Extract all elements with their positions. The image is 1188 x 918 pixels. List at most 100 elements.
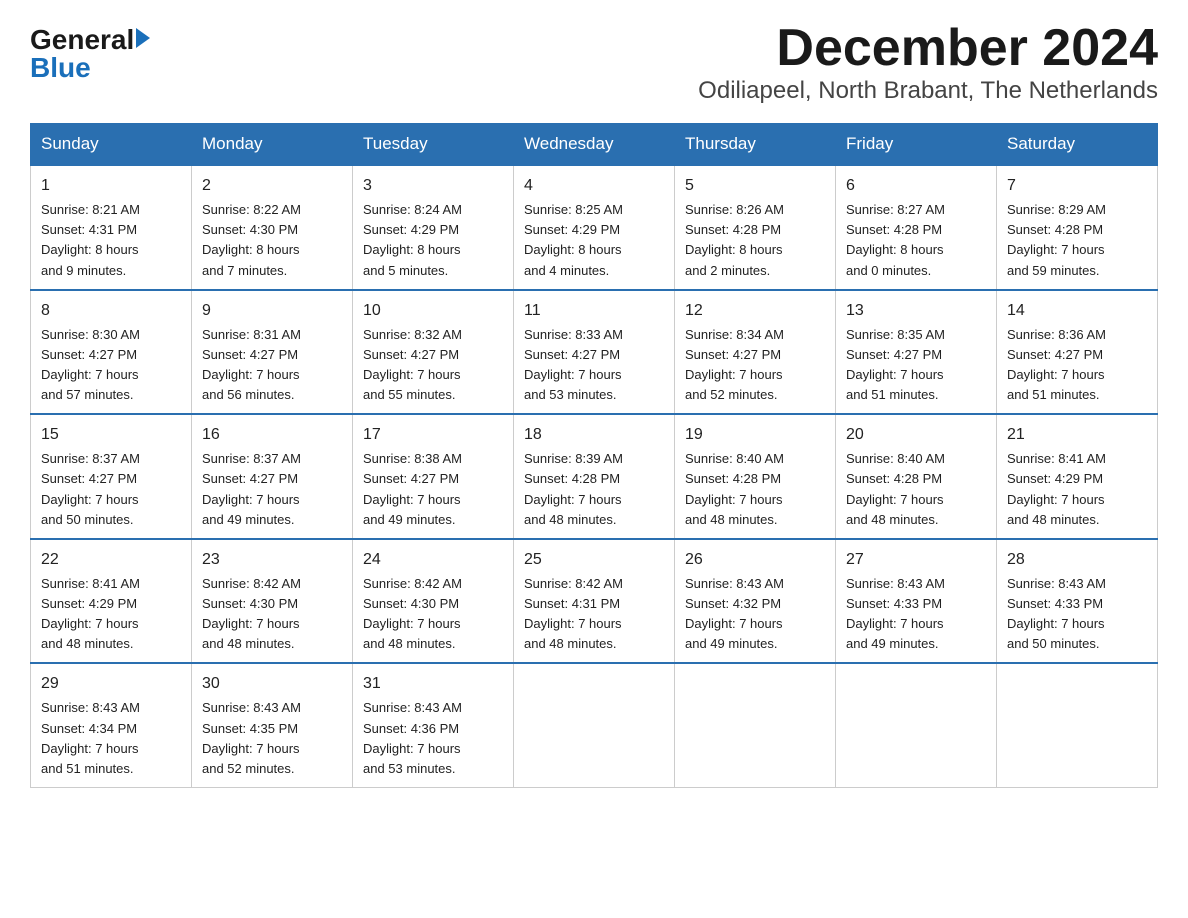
day-info: Sunrise: 8:34 AM Sunset: 4:27 PM Dayligh… [685, 325, 825, 406]
calendar-cell: 1Sunrise: 8:21 AM Sunset: 4:31 PM Daylig… [31, 165, 192, 290]
calendar-cell: 8Sunrise: 8:30 AM Sunset: 4:27 PM Daylig… [31, 290, 192, 415]
day-number: 29 [41, 672, 181, 696]
day-info: Sunrise: 8:40 AM Sunset: 4:28 PM Dayligh… [846, 449, 986, 530]
day-number: 14 [1007, 299, 1147, 323]
calendar-week-5: 29Sunrise: 8:43 AM Sunset: 4:34 PM Dayli… [31, 663, 1158, 787]
day-number: 3 [363, 174, 503, 198]
calendar-cell: 19Sunrise: 8:40 AM Sunset: 4:28 PM Dayli… [675, 414, 836, 539]
calendar-cell: 24Sunrise: 8:42 AM Sunset: 4:30 PM Dayli… [353, 539, 514, 664]
calendar-cell: 30Sunrise: 8:43 AM Sunset: 4:35 PM Dayli… [192, 663, 353, 787]
day-number: 26 [685, 548, 825, 572]
day-header-thursday: Thursday [675, 124, 836, 166]
calendar-cell: 13Sunrise: 8:35 AM Sunset: 4:27 PM Dayli… [836, 290, 997, 415]
logo: General Blue [30, 26, 150, 82]
day-number: 2 [202, 174, 342, 198]
day-number: 30 [202, 672, 342, 696]
calendar-cell [514, 663, 675, 787]
day-number: 13 [846, 299, 986, 323]
day-header-sunday: Sunday [31, 124, 192, 166]
day-info: Sunrise: 8:42 AM Sunset: 4:31 PM Dayligh… [524, 574, 664, 655]
day-number: 16 [202, 423, 342, 447]
calendar-cell: 11Sunrise: 8:33 AM Sunset: 4:27 PM Dayli… [514, 290, 675, 415]
day-header-wednesday: Wednesday [514, 124, 675, 166]
day-info: Sunrise: 8:40 AM Sunset: 4:28 PM Dayligh… [685, 449, 825, 530]
day-info: Sunrise: 8:43 AM Sunset: 4:36 PM Dayligh… [363, 698, 503, 779]
calendar-cell: 14Sunrise: 8:36 AM Sunset: 4:27 PM Dayli… [997, 290, 1158, 415]
calendar-cell: 4Sunrise: 8:25 AM Sunset: 4:29 PM Daylig… [514, 165, 675, 290]
day-info: Sunrise: 8:29 AM Sunset: 4:28 PM Dayligh… [1007, 200, 1147, 281]
day-header-saturday: Saturday [997, 124, 1158, 166]
page-header: General Blue December 2024 Odiliapeel, N… [30, 20, 1158, 105]
day-info: Sunrise: 8:24 AM Sunset: 4:29 PM Dayligh… [363, 200, 503, 281]
day-number: 19 [685, 423, 825, 447]
day-number: 15 [41, 423, 181, 447]
day-number: 31 [363, 672, 503, 696]
day-info: Sunrise: 8:35 AM Sunset: 4:27 PM Dayligh… [846, 325, 986, 406]
logo-blue: Blue [30, 54, 91, 82]
calendar-week-2: 8Sunrise: 8:30 AM Sunset: 4:27 PM Daylig… [31, 290, 1158, 415]
day-info: Sunrise: 8:43 AM Sunset: 4:32 PM Dayligh… [685, 574, 825, 655]
day-info: Sunrise: 8:42 AM Sunset: 4:30 PM Dayligh… [363, 574, 503, 655]
day-number: 21 [1007, 423, 1147, 447]
day-header-monday: Monday [192, 124, 353, 166]
day-number: 28 [1007, 548, 1147, 572]
day-number: 4 [524, 174, 664, 198]
day-info: Sunrise: 8:41 AM Sunset: 4:29 PM Dayligh… [1007, 449, 1147, 530]
calendar-subtitle: Odiliapeel, North Brabant, The Netherlan… [698, 77, 1158, 105]
day-number: 10 [363, 299, 503, 323]
day-info: Sunrise: 8:43 AM Sunset: 4:35 PM Dayligh… [202, 698, 342, 779]
calendar-cell: 12Sunrise: 8:34 AM Sunset: 4:27 PM Dayli… [675, 290, 836, 415]
calendar-cell: 18Sunrise: 8:39 AM Sunset: 4:28 PM Dayli… [514, 414, 675, 539]
title-block: December 2024 Odiliapeel, North Brabant,… [698, 20, 1158, 105]
day-info: Sunrise: 8:43 AM Sunset: 4:34 PM Dayligh… [41, 698, 181, 779]
calendar-cell: 3Sunrise: 8:24 AM Sunset: 4:29 PM Daylig… [353, 165, 514, 290]
day-number: 7 [1007, 174, 1147, 198]
calendar-cell: 23Sunrise: 8:42 AM Sunset: 4:30 PM Dayli… [192, 539, 353, 664]
day-number: 25 [524, 548, 664, 572]
logo-arrow-icon [136, 28, 150, 48]
day-info: Sunrise: 8:38 AM Sunset: 4:27 PM Dayligh… [363, 449, 503, 530]
day-info: Sunrise: 8:43 AM Sunset: 4:33 PM Dayligh… [846, 574, 986, 655]
calendar-cell: 20Sunrise: 8:40 AM Sunset: 4:28 PM Dayli… [836, 414, 997, 539]
day-number: 24 [363, 548, 503, 572]
day-number: 6 [846, 174, 986, 198]
day-number: 8 [41, 299, 181, 323]
day-number: 17 [363, 423, 503, 447]
day-info: Sunrise: 8:26 AM Sunset: 4:28 PM Dayligh… [685, 200, 825, 281]
calendar-cell: 5Sunrise: 8:26 AM Sunset: 4:28 PM Daylig… [675, 165, 836, 290]
day-number: 11 [524, 299, 664, 323]
day-header-friday: Friday [836, 124, 997, 166]
calendar-cell: 17Sunrise: 8:38 AM Sunset: 4:27 PM Dayli… [353, 414, 514, 539]
day-header-tuesday: Tuesday [353, 124, 514, 166]
calendar-cell: 15Sunrise: 8:37 AM Sunset: 4:27 PM Dayli… [31, 414, 192, 539]
day-number: 12 [685, 299, 825, 323]
day-info: Sunrise: 8:22 AM Sunset: 4:30 PM Dayligh… [202, 200, 342, 281]
day-info: Sunrise: 8:30 AM Sunset: 4:27 PM Dayligh… [41, 325, 181, 406]
calendar-cell: 27Sunrise: 8:43 AM Sunset: 4:33 PM Dayli… [836, 539, 997, 664]
calendar-week-1: 1Sunrise: 8:21 AM Sunset: 4:31 PM Daylig… [31, 165, 1158, 290]
day-number: 5 [685, 174, 825, 198]
calendar-cell: 2Sunrise: 8:22 AM Sunset: 4:30 PM Daylig… [192, 165, 353, 290]
day-number: 23 [202, 548, 342, 572]
calendar-cell: 31Sunrise: 8:43 AM Sunset: 4:36 PM Dayli… [353, 663, 514, 787]
day-info: Sunrise: 8:33 AM Sunset: 4:27 PM Dayligh… [524, 325, 664, 406]
calendar-cell: 22Sunrise: 8:41 AM Sunset: 4:29 PM Dayli… [31, 539, 192, 664]
day-number: 18 [524, 423, 664, 447]
calendar-cell [997, 663, 1158, 787]
calendar-title: December 2024 [698, 20, 1158, 77]
calendar-cell: 6Sunrise: 8:27 AM Sunset: 4:28 PM Daylig… [836, 165, 997, 290]
day-info: Sunrise: 8:43 AM Sunset: 4:33 PM Dayligh… [1007, 574, 1147, 655]
day-info: Sunrise: 8:31 AM Sunset: 4:27 PM Dayligh… [202, 325, 342, 406]
calendar-cell: 10Sunrise: 8:32 AM Sunset: 4:27 PM Dayli… [353, 290, 514, 415]
day-number: 1 [41, 174, 181, 198]
logo-general: General [30, 26, 134, 54]
calendar-cell [675, 663, 836, 787]
day-info: Sunrise: 8:27 AM Sunset: 4:28 PM Dayligh… [846, 200, 986, 281]
calendar-cell: 28Sunrise: 8:43 AM Sunset: 4:33 PM Dayli… [997, 539, 1158, 664]
calendar-cell: 29Sunrise: 8:43 AM Sunset: 4:34 PM Dayli… [31, 663, 192, 787]
day-info: Sunrise: 8:37 AM Sunset: 4:27 PM Dayligh… [41, 449, 181, 530]
calendar-cell: 7Sunrise: 8:29 AM Sunset: 4:28 PM Daylig… [997, 165, 1158, 290]
calendar-cell: 25Sunrise: 8:42 AM Sunset: 4:31 PM Dayli… [514, 539, 675, 664]
day-number: 20 [846, 423, 986, 447]
day-number: 27 [846, 548, 986, 572]
